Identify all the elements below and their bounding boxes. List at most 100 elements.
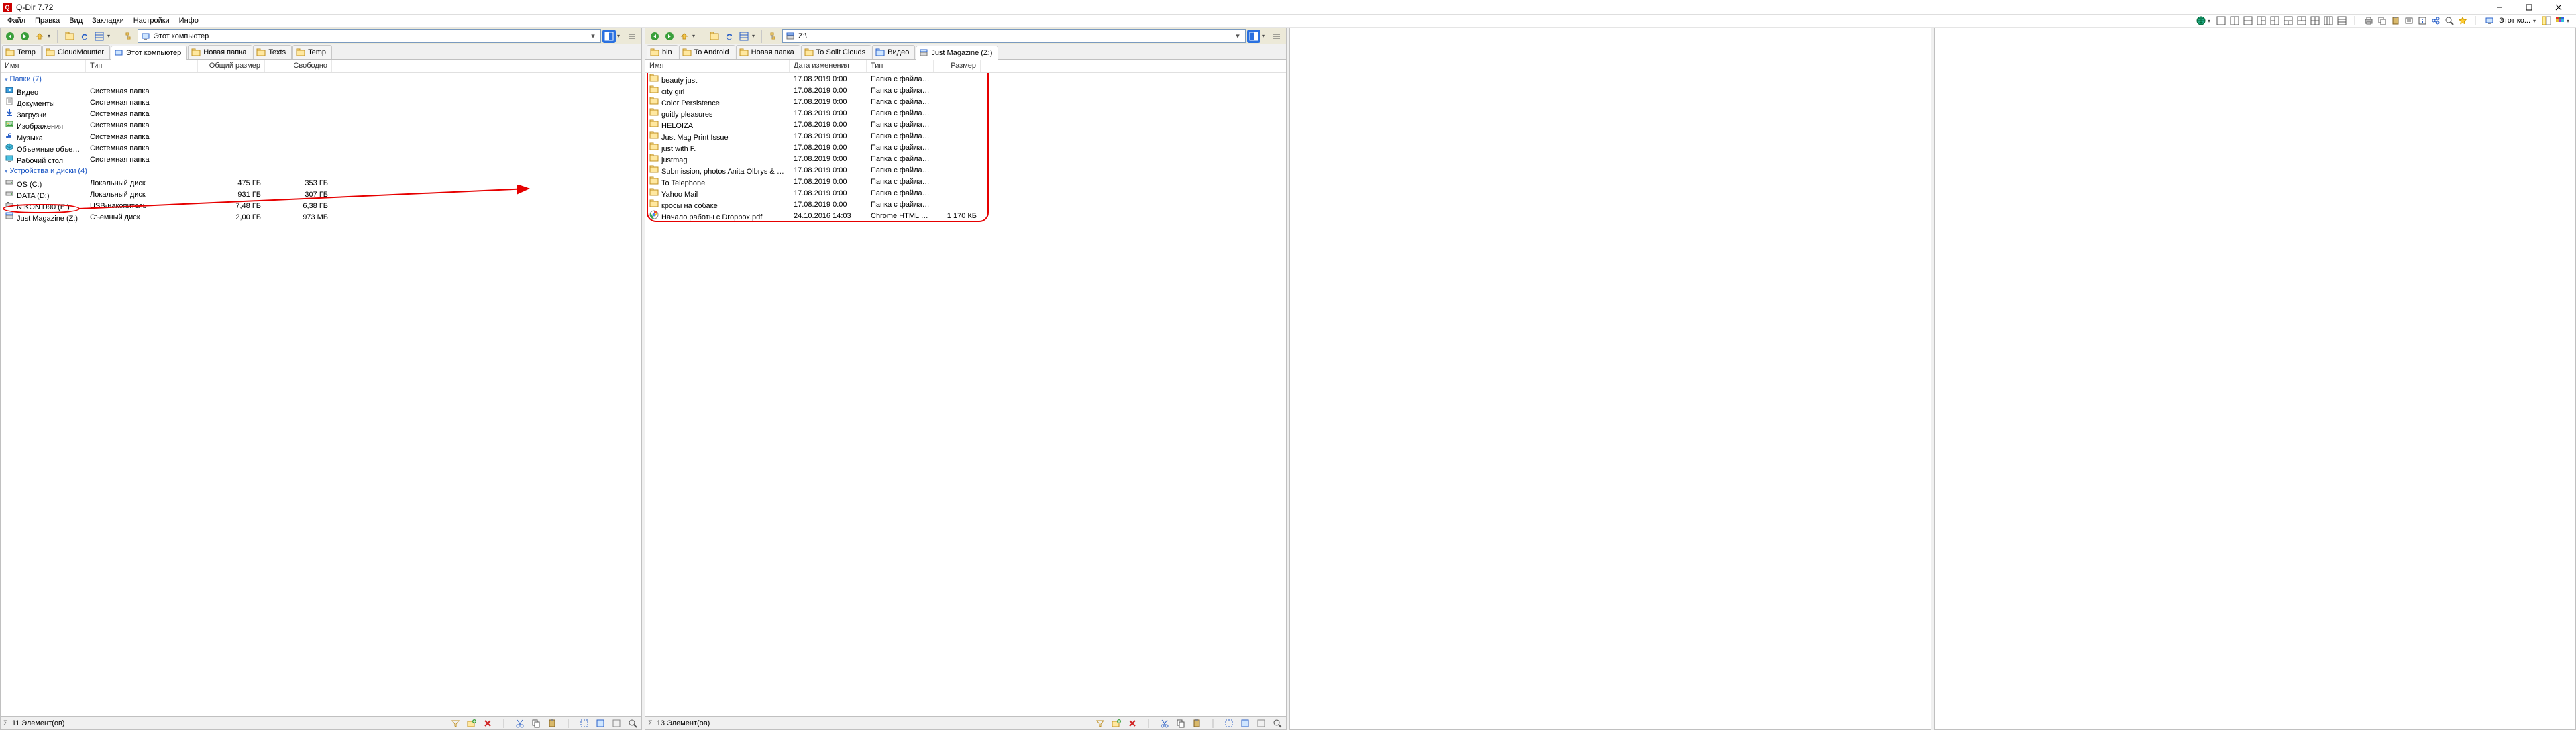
paste-icon[interactable] <box>2389 15 2402 27</box>
close-button[interactable] <box>2544 0 2573 15</box>
column-header[interactable]: Дата изменения <box>790 60 867 72</box>
column-header[interactable]: Тип <box>86 60 198 72</box>
list-item[interactable]: ИзображенияСистемная папка <box>1 119 641 131</box>
address-dropdown-icon[interactable]: ▾ <box>1232 32 1243 40</box>
pane-focus-dropdown-icon[interactable]: ▾ <box>617 33 624 39</box>
copy-icon[interactable] <box>2375 15 2389 27</box>
list-item[interactable]: ДокументыСистемная папка <box>1 97 641 108</box>
pane-menu-icon[interactable] <box>1270 30 1283 43</box>
copy-icon[interactable] <box>1175 717 1187 729</box>
cut-icon[interactable] <box>1159 717 1171 729</box>
view-dropdown-icon[interactable]: ▾ <box>752 33 759 39</box>
list-item[interactable]: guitly pleasures17.08.2019 0:00Папка с ф… <box>645 107 1286 119</box>
tree-icon[interactable] <box>123 30 136 43</box>
tab[interactable]: Temp <box>292 45 332 59</box>
layout-4-icon[interactable] <box>2308 15 2322 27</box>
paste-icon[interactable] <box>1191 717 1203 729</box>
tab[interactable]: To Android <box>679 45 735 59</box>
refresh-icon[interactable] <box>722 30 736 43</box>
layout-4b-icon[interactable] <box>2322 15 2335 27</box>
list-item[interactable]: OS (C:)Локальный диск475 ГБ353 ГБ <box>1 177 641 189</box>
select-icon[interactable] <box>1223 717 1235 729</box>
menu-view[interactable]: Вид <box>64 15 87 26</box>
address-mini-label[interactable]: Этот ко... <box>2496 15 2533 27</box>
list-item[interactable]: ВидеоСистемная папка <box>1 85 641 97</box>
address-bar[interactable]: Z:\ ▾ <box>782 29 1246 43</box>
print-icon[interactable] <box>2362 15 2375 27</box>
list-item[interactable]: кросы на собаке17.08.2019 0:00Папка с фа… <box>645 199 1286 210</box>
list-item[interactable]: Объемные объектыСистемная папка <box>1 142 641 154</box>
list-item[interactable]: To Telephone17.08.2019 0:00Папка с файла… <box>645 176 1286 187</box>
column-header[interactable]: Размер <box>934 60 981 72</box>
tree-icon[interactable] <box>767 30 781 43</box>
copy-path-icon[interactable] <box>2402 15 2416 27</box>
select-all-icon[interactable] <box>1239 717 1251 729</box>
favorite-icon[interactable] <box>2456 15 2469 27</box>
share-icon[interactable] <box>2429 15 2443 27</box>
list-item[interactable]: just with F.17.08.2019 0:00Папка с файла… <box>645 142 1286 153</box>
back-button[interactable] <box>648 30 661 43</box>
deselect-icon[interactable] <box>610 717 623 729</box>
list-item[interactable]: ЗагрузкиСистемная папка <box>1 108 641 119</box>
zoom-icon[interactable] <box>1271 717 1283 729</box>
list-item[interactable]: Yahoo Mail17.08.2019 0:00Папка с файлами <box>645 187 1286 199</box>
layout-3d-icon[interactable] <box>2295 15 2308 27</box>
list-item[interactable]: Just Magazine (Z:)Съемный диск2,00 ГБ973… <box>1 211 641 223</box>
column-header[interactable]: Общий размер <box>198 60 265 72</box>
layout-1-icon[interactable] <box>2214 15 2228 27</box>
menu-file[interactable]: Файл <box>3 15 30 26</box>
newfolder-icon[interactable] <box>466 717 478 729</box>
list-item[interactable]: NIKON D90 (E:)USB-накопитель7,48 ГБ6,38 … <box>1 200 641 211</box>
list-item[interactable]: beauty just17.08.2019 0:00Папка с файлам… <box>645 73 1286 85</box>
menu-edit[interactable]: Правка <box>30 15 64 26</box>
view-mode-icon[interactable] <box>93 30 106 43</box>
filter-icon[interactable] <box>1094 717 1106 729</box>
column-header[interactable]: Тип <box>867 60 934 72</box>
layout-4c-icon[interactable] <box>2335 15 2349 27</box>
find-icon[interactable] <box>2443 15 2456 27</box>
filter-icon[interactable] <box>449 717 462 729</box>
tab[interactable]: Этот компьютер <box>111 46 187 60</box>
layout-2v-icon[interactable] <box>2241 15 2255 27</box>
dropdown-arrow-icon[interactable]: ▾ <box>2533 18 2540 24</box>
menu-info[interactable]: Инфо <box>174 15 203 26</box>
tab[interactable]: To Solit Clouds <box>801 45 871 59</box>
list-item[interactable]: DATA (D:)Локальный диск931 ГБ307 ГБ <box>1 189 641 200</box>
tab[interactable]: Just Magazine (Z:) <box>916 46 998 60</box>
pane-focus-dropdown-icon[interactable]: ▾ <box>1262 33 1269 39</box>
dropdown-arrow-icon[interactable]: ▾ <box>2208 18 2214 24</box>
history-dropdown-icon[interactable]: ▾ <box>48 33 54 39</box>
list-item[interactable]: Color Persistence17.08.2019 0:00Папка с … <box>645 96 1286 107</box>
view-mode-icon[interactable] <box>737 30 751 43</box>
minimize-button[interactable] <box>2485 0 2514 15</box>
select-icon[interactable] <box>578 717 590 729</box>
column-header[interactable]: Имя <box>645 60 790 72</box>
copy-icon[interactable] <box>530 717 542 729</box>
list-item[interactable]: Начало работы с Dropbox.pdf24.10.2016 14… <box>645 210 1286 221</box>
address-dropdown-icon[interactable]: ▾ <box>588 32 598 40</box>
globe-icon[interactable] <box>2194 15 2208 27</box>
group-header[interactable]: ▾Устройства и диски (4) <box>1 165 641 177</box>
pane-right-body[interactable]: beauty just17.08.2019 0:00Папка с файлам… <box>645 73 1286 716</box>
explorer-icon[interactable] <box>708 30 721 43</box>
list-item[interactable]: HELOIZA17.08.2019 0:00Папка с файлами <box>645 119 1286 130</box>
column-header[interactable]: Имя <box>1 60 86 72</box>
up-button[interactable] <box>33 30 46 43</box>
layout-3c-icon[interactable] <box>2282 15 2295 27</box>
zoom-icon[interactable] <box>627 717 639 729</box>
forward-button[interactable] <box>663 30 676 43</box>
up-button[interactable] <box>678 30 691 43</box>
address-bar[interactable]: Этот компьютер ▾ <box>138 29 601 43</box>
deselect-icon[interactable] <box>1255 717 1267 729</box>
tab[interactable]: Видео <box>872 45 915 59</box>
paste-icon[interactable] <box>546 717 558 729</box>
back-button[interactable] <box>3 30 17 43</box>
history-dropdown-icon[interactable]: ▾ <box>692 33 699 39</box>
tab[interactable]: bin <box>647 45 678 59</box>
tab[interactable]: CloudMounter <box>42 45 110 59</box>
layout-3a-icon[interactable] <box>2255 15 2268 27</box>
dropdown-arrow-icon[interactable]: ▾ <box>2567 18 2573 24</box>
list-item[interactable]: Рабочий столСистемная папка <box>1 154 641 165</box>
list-item[interactable]: МузыкаСистемная папка <box>1 131 641 142</box>
palette-icon[interactable] <box>2553 15 2567 27</box>
